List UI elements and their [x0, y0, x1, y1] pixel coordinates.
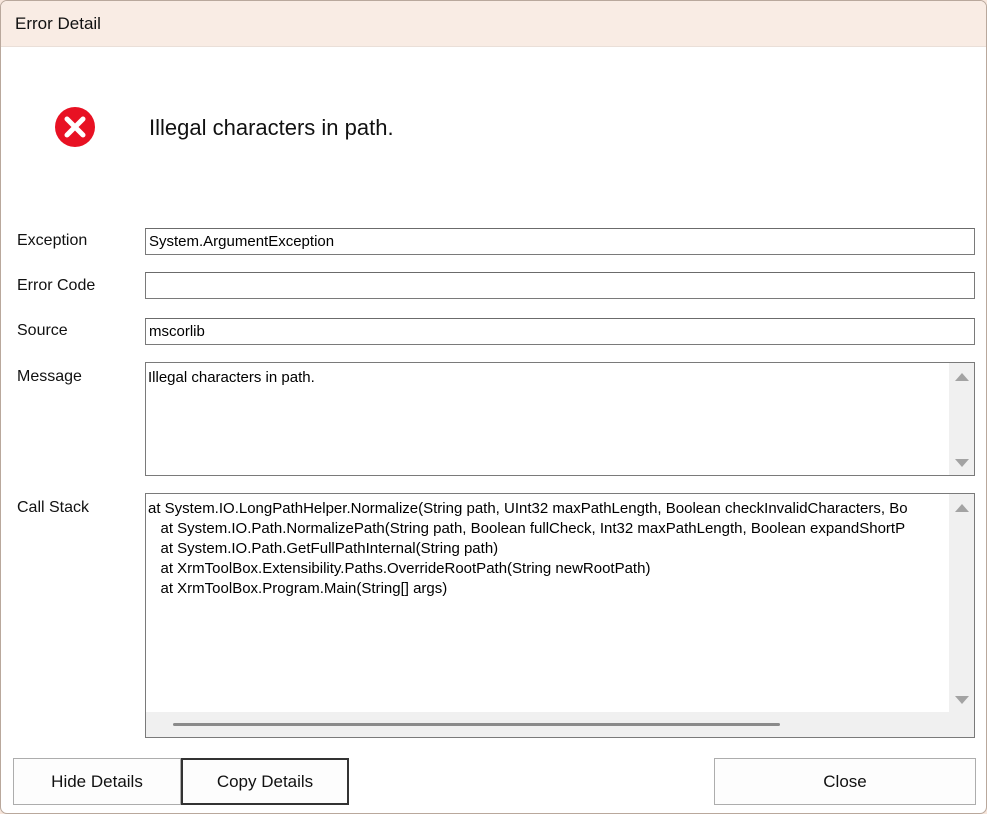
- scroll-down-icon[interactable]: [955, 459, 969, 467]
- error-detail-window: Error Detail Illegal characters in path.…: [0, 0, 987, 814]
- call-stack-horizontal-scrollbar[interactable]: [146, 712, 949, 737]
- window-title: Error Detail: [15, 14, 101, 33]
- exception-field[interactable]: System.ArgumentException: [145, 228, 975, 255]
- call-stack-label: Call Stack: [17, 499, 90, 516]
- message-label: Message: [17, 368, 82, 385]
- error-code-label: Error Code: [17, 277, 96, 294]
- hide-details-button[interactable]: Hide Details: [13, 758, 181, 805]
- scroll-down-icon[interactable]: [955, 696, 969, 704]
- error-headline: Illegal characters in path.: [149, 115, 394, 140]
- exception-label: Exception: [17, 232, 88, 249]
- source-field[interactable]: mscorlib: [145, 318, 975, 345]
- message-textarea[interactable]: Illegal characters in path.: [145, 362, 975, 476]
- call-stack-vertical-scrollbar[interactable]: [949, 494, 974, 712]
- message-text: Illegal characters in path.: [148, 369, 315, 386]
- message-vertical-scrollbar[interactable]: [949, 363, 974, 475]
- scroll-up-icon[interactable]: [955, 373, 969, 381]
- scrollbar-corner: [949, 712, 974, 737]
- call-stack-text: at System.IO.LongPathHelper.Normalize(St…: [148, 500, 908, 597]
- error-icon: [55, 107, 95, 147]
- call-stack-textarea[interactable]: at System.IO.LongPathHelper.Normalize(St…: [145, 493, 975, 738]
- scroll-up-icon[interactable]: [955, 504, 969, 512]
- source-label: Source: [17, 322, 68, 339]
- horizontal-scroll-thumb[interactable]: [173, 723, 780, 726]
- copy-details-button[interactable]: Copy Details: [181, 758, 349, 805]
- close-button[interactable]: Close: [714, 758, 976, 805]
- title-bar[interactable]: Error Detail: [1, 1, 986, 47]
- error-code-field[interactable]: [145, 272, 975, 299]
